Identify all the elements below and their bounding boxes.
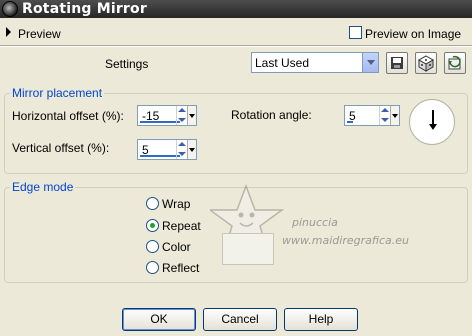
spinner[interactable] [379, 106, 389, 125]
edge-mode-label-wrap: Wrap [162, 197, 191, 211]
edge-mode-radio-repeat[interactable] [146, 219, 159, 232]
spin-up-icon[interactable] [381, 108, 389, 112]
expand-arrow-icon [6, 27, 11, 37]
separator-highlight [0, 46, 472, 47]
spinner[interactable] [176, 106, 186, 125]
reset-button[interactable] [444, 52, 466, 74]
edge-mode-legend: Edge mode [10, 180, 76, 194]
vertical-offset-input[interactable]: 5 [137, 139, 197, 160]
horizontal-offset-label: Horizontal offset (%): [12, 109, 124, 123]
mirror-placement-legend: Mirror placement [10, 86, 105, 100]
rotation-dial-icon[interactable] [409, 99, 455, 145]
title-bar: Rotating Mirror [0, 0, 472, 18]
rotation-angle-input[interactable]: 5 [344, 105, 400, 126]
preview-on-image-label: Preview on Image [365, 27, 462, 41]
horizontal-offset-input[interactable]: -15 [137, 105, 197, 126]
edge-color-swatch[interactable] [222, 233, 274, 265]
chevron-down-icon[interactable] [390, 106, 399, 125]
spin-down-icon[interactable] [178, 118, 186, 122]
save-preset-button[interactable] [386, 52, 408, 74]
spin-down-icon[interactable] [381, 118, 389, 122]
edge-mode-label-repeat: Repeat [162, 219, 201, 233]
preview-toggle[interactable]: Preview [0, 22, 80, 42]
chevron-down-icon[interactable] [362, 53, 378, 72]
edge-mode-radio-reflect[interactable] [146, 261, 159, 274]
edge-mode-radio-color[interactable] [146, 240, 159, 253]
reset-icon [448, 55, 461, 70]
ok-button[interactable]: OK [122, 308, 196, 331]
rotation-angle-label: Rotation angle: [231, 108, 312, 122]
settings-label: Settings [105, 57, 149, 71]
app-icon [2, 1, 18, 17]
edge-mode-label-color: Color [162, 240, 191, 254]
preview-label: Preview [18, 27, 61, 41]
settings-select[interactable]: Last Used [251, 52, 379, 73]
chevron-down-icon[interactable] [187, 140, 196, 159]
watermark-name: pinuccia [292, 216, 338, 229]
watermark-site: www.maidiregrafica.eu [282, 234, 409, 247]
edge-mode-radio-wrap[interactable] [146, 197, 159, 210]
help-button[interactable]: Help [284, 308, 358, 331]
dice-icon [417, 55, 435, 72]
chevron-down-icon[interactable] [187, 106, 196, 125]
spin-up-icon[interactable] [178, 108, 186, 112]
slider-bar[interactable] [347, 121, 353, 123]
spin-down-icon[interactable] [178, 152, 186, 156]
spinner[interactable] [176, 140, 186, 159]
dial-needle-tip [429, 124, 437, 130]
window-title: Rotating Mirror [22, 1, 147, 17]
edge-mode-label-reflect: Reflect [162, 261, 200, 275]
slider-bar[interactable] [140, 155, 180, 157]
save-icon [391, 57, 403, 69]
spin-up-icon[interactable] [178, 142, 186, 146]
settings-selected-value: Last Used [255, 56, 310, 70]
preview-on-image-checkbox[interactable] [349, 26, 362, 39]
vertical-offset-label: Vertical offset (%): [12, 141, 110, 155]
randomize-button[interactable] [415, 52, 437, 74]
slider-bar[interactable] [140, 121, 180, 123]
cancel-button[interactable]: Cancel [203, 308, 277, 331]
